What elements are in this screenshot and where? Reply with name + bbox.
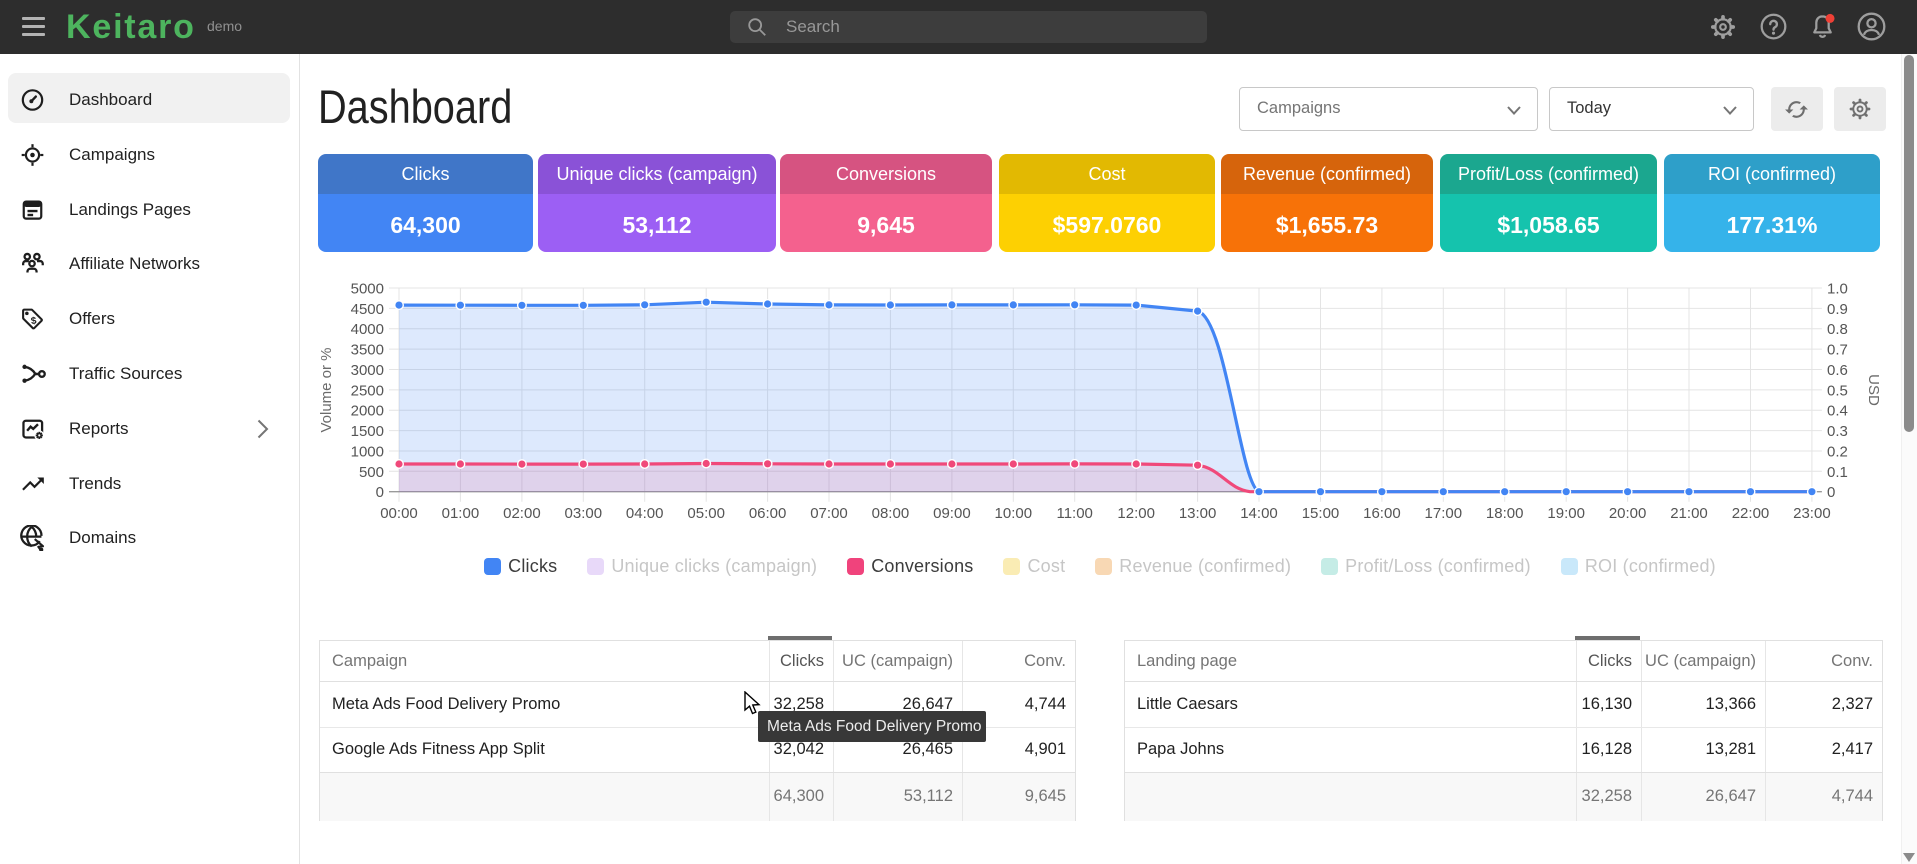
svg-text:06:00: 06:00 — [749, 505, 787, 522]
svg-text:10:00: 10:00 — [995, 505, 1033, 522]
svg-text:09:00: 09:00 — [933, 505, 971, 522]
svg-text:07:00: 07:00 — [810, 505, 848, 522]
svg-text:04:00: 04:00 — [626, 505, 664, 522]
svg-text:0.5: 0.5 — [1827, 382, 1848, 399]
svg-text:1.0: 1.0 — [1827, 281, 1848, 298]
svg-text:500: 500 — [359, 464, 384, 481]
svg-text:19:00: 19:00 — [1547, 505, 1585, 522]
svg-text:12:00: 12:00 — [1117, 505, 1155, 522]
svg-text:$: $ — [30, 315, 37, 327]
svg-text:08:00: 08:00 — [872, 505, 910, 522]
svg-text:0.3: 0.3 — [1827, 423, 1848, 440]
svg-text:00:00: 00:00 — [380, 505, 418, 522]
svg-text:3500: 3500 — [351, 342, 384, 359]
svg-text:4500: 4500 — [351, 301, 384, 318]
svg-text:USD: USD — [1865, 374, 1882, 406]
svg-text:21:00: 21:00 — [1670, 505, 1708, 522]
svg-text:4000: 4000 — [351, 321, 384, 338]
svg-text:0.4: 0.4 — [1827, 403, 1848, 420]
svg-text:0: 0 — [376, 484, 384, 501]
svg-text:5000: 5000 — [351, 281, 384, 298]
svg-text:17:00: 17:00 — [1425, 505, 1463, 522]
svg-text:15:00: 15:00 — [1302, 505, 1340, 522]
svg-text:23:00: 23:00 — [1793, 505, 1831, 522]
svg-text:01:00: 01:00 — [442, 505, 480, 522]
svg-text:Volume or %: Volume or % — [318, 347, 335, 432]
svg-text:0.9: 0.9 — [1827, 301, 1848, 318]
svg-text:0.6: 0.6 — [1827, 362, 1848, 379]
svg-text:20:00: 20:00 — [1609, 505, 1647, 522]
svg-text:0.2: 0.2 — [1827, 444, 1848, 461]
svg-text:0.7: 0.7 — [1827, 342, 1848, 359]
svg-text:0.1: 0.1 — [1827, 464, 1848, 481]
svg-text:14:00: 14:00 — [1240, 505, 1278, 522]
svg-text:03:00: 03:00 — [565, 505, 603, 522]
svg-text:1500: 1500 — [351, 423, 384, 440]
svg-text:16:00: 16:00 — [1363, 505, 1401, 522]
svg-text:0: 0 — [1827, 484, 1835, 501]
svg-text:3000: 3000 — [351, 362, 384, 379]
svg-text:2500: 2500 — [351, 382, 384, 399]
svg-text:05:00: 05:00 — [687, 505, 725, 522]
svg-text:0.8: 0.8 — [1827, 321, 1848, 338]
svg-text:11:00: 11:00 — [1056, 505, 1092, 522]
svg-text:13:00: 13:00 — [1179, 505, 1217, 522]
svg-text:22:00: 22:00 — [1732, 505, 1770, 522]
svg-text:02:00: 02:00 — [503, 505, 541, 522]
svg-text:1000: 1000 — [351, 444, 384, 461]
svg-text:18:00: 18:00 — [1486, 505, 1524, 522]
svg-text:2000: 2000 — [351, 403, 384, 420]
